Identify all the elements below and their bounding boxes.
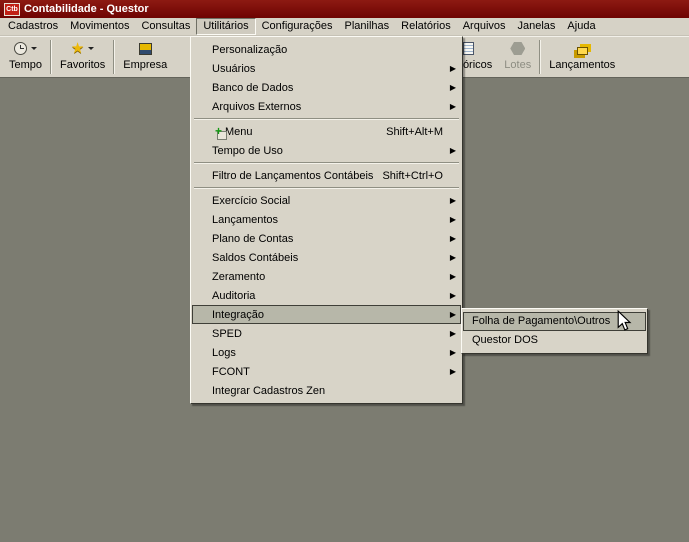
submenu-arrow-icon — [450, 343, 456, 362]
window-title: Contabilidade - Questor — [24, 3, 149, 15]
toolbar-label-lotes: Lotes — [504, 59, 531, 71]
toolbar-button-empresa[interactable]: Empresa — [117, 37, 173, 77]
submenu-arrow-icon — [450, 286, 456, 305]
app-icon: Ctb — [4, 3, 20, 16]
menubar-item-cadastros[interactable]: Cadastros — [2, 18, 64, 35]
menu-shortcut: Shift+Ctrl+O — [382, 170, 457, 182]
menu-item-personalizacao[interactable]: Personalização — [192, 40, 461, 59]
menubar-item-arquivos[interactable]: Arquivos — [457, 18, 512, 35]
menu-item-auditoria[interactable]: Auditoria — [192, 286, 461, 305]
menu-item-menu[interactable]: Menu Shift+Alt+M — [192, 122, 461, 141]
menubar-item-janelas[interactable]: Janelas — [512, 18, 562, 35]
menu-item-tempo-de-uso[interactable]: Tempo de Uso — [192, 141, 461, 160]
submenu-arrow-icon — [450, 305, 456, 324]
toolbar-label-favoritos: Favoritos — [60, 59, 105, 71]
toolbar-separator — [50, 40, 52, 74]
submenu-arrow-icon — [450, 229, 456, 248]
submenu-arrow-icon — [450, 210, 456, 229]
menu-item-integracao[interactable]: Integração — [192, 305, 461, 324]
submenu-arrow-icon — [450, 59, 456, 78]
toolbar-label-tempo: Tempo — [9, 59, 42, 71]
menu-separator — [194, 187, 459, 189]
submenu-arrow-icon — [450, 267, 456, 286]
toolbar-separator — [113, 40, 115, 74]
menubar-item-planilhas[interactable]: Planilhas — [339, 18, 396, 35]
submenu-arrow-icon — [450, 248, 456, 267]
stack-icon — [577, 47, 588, 55]
dropdown-arrow-icon[interactable] — [88, 47, 94, 53]
submenu-arrow-icon — [450, 324, 456, 343]
menubar: Cadastros Movimentos Consultas Utilitári… — [0, 18, 689, 36]
document-icon — [463, 42, 474, 55]
star-icon — [71, 42, 84, 56]
menu-item-banco-de-dados[interactable]: Banco de Dados — [192, 78, 461, 97]
menu-item-sped[interactable]: SPED — [192, 324, 461, 343]
toolbar-button-tempo[interactable]: Tempo — [3, 37, 48, 77]
menu-separator — [194, 162, 459, 164]
toolbar-separator — [539, 40, 541, 74]
menu-item-integrar-cadastros-zen[interactable]: Integrar Cadastros Zen — [192, 381, 461, 400]
menubar-item-configuracoes[interactable]: Configurações — [256, 18, 339, 35]
toolbar-label-empresa: Empresa — [123, 59, 167, 71]
menu-separator — [194, 118, 459, 120]
clock-icon — [14, 42, 27, 55]
menu-item-arquivos-externos[interactable]: Arquivos Externos — [192, 97, 461, 116]
menubar-item-consultas[interactable]: Consultas — [135, 18, 196, 35]
menubar-item-ajuda[interactable]: Ajuda — [561, 18, 601, 35]
menu-plus-icon — [215, 128, 228, 141]
menubar-item-relatorios[interactable]: Relatórios — [395, 18, 457, 35]
submenu-arrow-icon — [450, 362, 456, 381]
menu-item-saldos-contabeis[interactable]: Saldos Contábeis — [192, 248, 461, 267]
menu-item-exercicio-social[interactable]: Exercício Social — [192, 191, 461, 210]
menubar-item-utilitarios[interactable]: Utilitários — [196, 18, 255, 35]
mouse-cursor — [616, 310, 632, 335]
submenu-arrow-icon — [450, 191, 456, 210]
toolbar-label-lancamentos: Lançamentos — [549, 59, 615, 71]
toolbar-button-lancamentos[interactable]: Lançamentos — [543, 37, 621, 77]
menu-shortcut: Shift+Alt+M — [386, 126, 457, 138]
menu-item-logs[interactable]: Logs — [192, 343, 461, 362]
menu-item-lancamentos[interactable]: Lançamentos — [192, 210, 461, 229]
menu-item-filtro-lancamentos[interactable]: Filtro de Lançamentos Contábeis Shift+Ct… — [192, 166, 461, 185]
submenu-arrow-icon — [450, 97, 456, 116]
company-icon — [139, 43, 152, 55]
hexagon-icon — [510, 42, 525, 55]
submenu-arrow-icon — [450, 78, 456, 97]
window-titlebar[interactable]: Ctb Contabilidade - Questor — [0, 0, 689, 18]
menu-item-plano-de-contas[interactable]: Plano de Contas — [192, 229, 461, 248]
toolbar-right-group: Históricos Lotes Lançamentos — [438, 37, 621, 77]
menu-item-fcont[interactable]: FCONT — [192, 362, 461, 381]
toolbar-button-favoritos[interactable]: Favoritos — [54, 37, 111, 77]
dropdown-arrow-icon[interactable] — [31, 47, 37, 53]
submenu-arrow-icon — [450, 141, 456, 160]
toolbar-button-lotes[interactable]: Lotes — [498, 37, 537, 77]
menu-item-usuarios[interactable]: Usuários — [192, 59, 461, 78]
menubar-item-movimentos[interactable]: Movimentos — [64, 18, 135, 35]
utilitarios-menu: Personalização Usuários Banco de Dados A… — [190, 36, 463, 404]
menu-item-zeramento[interactable]: Zeramento — [192, 267, 461, 286]
